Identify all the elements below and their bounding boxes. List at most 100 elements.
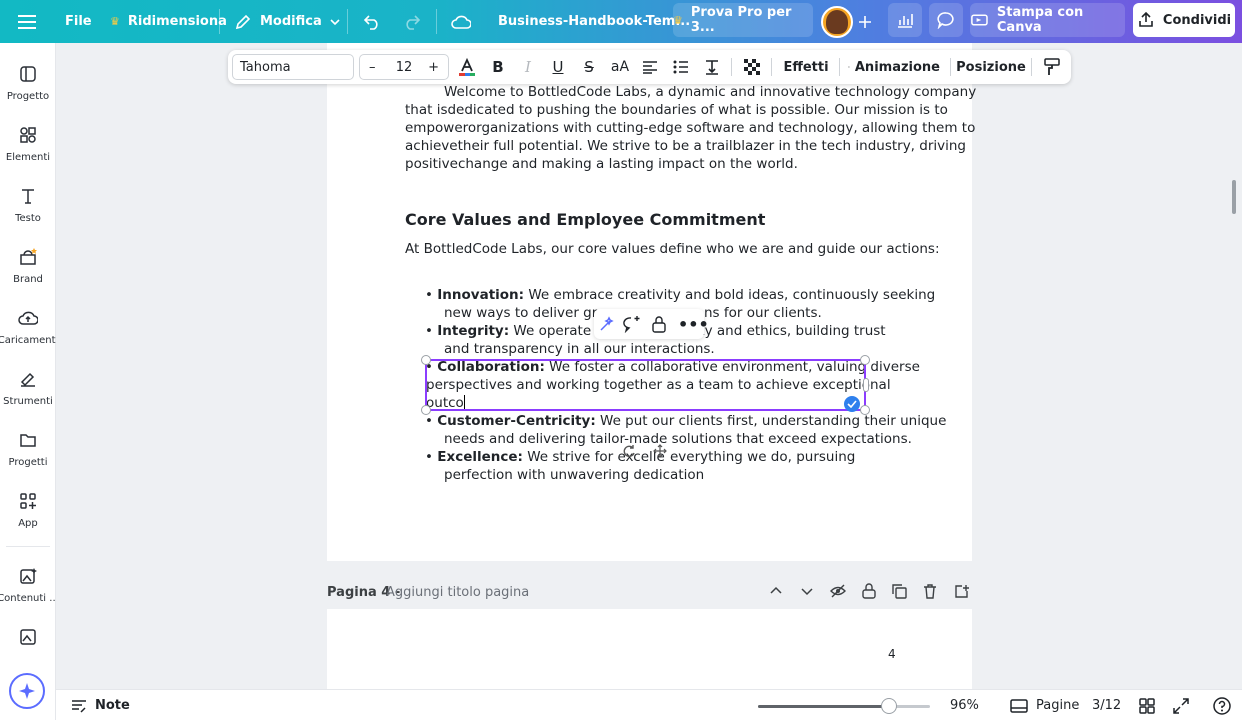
sidebar-item-elements[interactable]: Elementi bbox=[0, 124, 56, 163]
sidebar-item-label: Caricamenti bbox=[0, 335, 59, 346]
vertical-scrollbar[interactable] bbox=[1232, 180, 1236, 214]
pages-button[interactable]: Pagine bbox=[1010, 690, 1079, 720]
grammar-check-icon[interactable] bbox=[844, 396, 860, 412]
chevron-down-icon[interactable] bbox=[801, 585, 813, 600]
list-item-continuation: and transparency in all our interactions… bbox=[444, 340, 715, 358]
more-options-icon[interactable]: ••• bbox=[678, 315, 709, 334]
grid-view-icon[interactable] bbox=[1139, 690, 1155, 720]
comment-icon[interactable] bbox=[929, 3, 963, 37]
value-text: needs and delivering tailor-made solutio… bbox=[444, 431, 912, 447]
move-icon[interactable] bbox=[653, 443, 667, 458]
value-text: We strive for excelle bbox=[522, 449, 665, 465]
intro-line: achievetheir full potential. We strive t… bbox=[405, 138, 967, 154]
help-icon[interactable] bbox=[1213, 690, 1231, 720]
add-collaborator-icon[interactable] bbox=[858, 0, 872, 43]
zoom-level[interactable]: 96% bbox=[950, 690, 979, 720]
increase-font-icon[interactable]: + bbox=[428, 60, 439, 75]
bold-icon[interactable]: B bbox=[488, 50, 508, 84]
file-menu[interactable]: File bbox=[65, 0, 92, 43]
sidebar-item-apps[interactable]: App bbox=[0, 490, 56, 529]
redo-icon[interactable] bbox=[403, 0, 421, 43]
value-text: We put our clients first, understanding … bbox=[595, 413, 947, 429]
edit-menu[interactable]: Modifica bbox=[234, 0, 340, 43]
fullscreen-icon[interactable] bbox=[1173, 690, 1189, 720]
lock-icon[interactable] bbox=[651, 315, 667, 337]
value-text: everything we do, pursuing bbox=[670, 449, 856, 465]
text-icon bbox=[17, 185, 39, 207]
side-handle[interactable] bbox=[863, 378, 869, 392]
transparency-icon[interactable] bbox=[742, 50, 762, 84]
letter-case-icon[interactable]: aA bbox=[609, 50, 631, 84]
quick-actions-toolbar: ••• bbox=[594, 309, 709, 339]
magic-assistant-button[interactable] bbox=[9, 673, 45, 709]
decrease-font-icon[interactable]: – bbox=[369, 60, 376, 75]
try-pro-button[interactable]: ♛ Prova Pro per 3... bbox=[673, 3, 813, 37]
value-text: and transparency in all our interactions… bbox=[444, 341, 715, 357]
text-selection-box[interactable] bbox=[421, 355, 870, 415]
add-comment-icon[interactable] bbox=[623, 315, 641, 337]
list-item[interactable]: • Integrity: We operate wit bbox=[425, 322, 616, 340]
lock-page-icon[interactable] bbox=[862, 583, 876, 603]
page-title-input[interactable]: Aggiungi titolo pagina bbox=[386, 585, 529, 600]
list-item[interactable]: • Customer-Centricity: We put our client… bbox=[425, 412, 946, 430]
sidebar-item-image[interactable] bbox=[0, 626, 56, 648]
sidebar-item-magic-media[interactable]: Contenuti ... bbox=[0, 565, 59, 604]
sidebar-item-projects[interactable]: Progetti bbox=[0, 429, 56, 468]
document-title[interactable]: Business-Handbook-Tem... bbox=[498, 0, 690, 43]
align-left-icon[interactable] bbox=[640, 50, 660, 84]
line-spacing-icon[interactable] bbox=[702, 50, 722, 84]
sidebar-item-tools[interactable]: Strumenti bbox=[0, 368, 56, 407]
animate-button[interactable]: Animazione bbox=[848, 50, 940, 84]
notes-button[interactable]: Note bbox=[71, 690, 130, 720]
add-page-icon[interactable] bbox=[954, 584, 969, 603]
value-title: Integrity: bbox=[437, 323, 510, 339]
italic-icon[interactable]: I bbox=[518, 50, 538, 84]
undo-icon[interactable] bbox=[363, 0, 381, 43]
resize-handle[interactable] bbox=[421, 405, 431, 415]
chevron-up-icon[interactable] bbox=[770, 585, 782, 600]
try-pro-label: Prova Pro per 3... bbox=[690, 5, 792, 35]
resize-handle[interactable] bbox=[860, 405, 870, 415]
position-button[interactable]: Posizione bbox=[956, 50, 1026, 84]
image-icon bbox=[17, 626, 39, 648]
share-button[interactable]: Condividi bbox=[1133, 3, 1235, 37]
sidebar-item-brand[interactable]: Brand bbox=[0, 246, 56, 285]
hide-page-icon[interactable] bbox=[830, 584, 846, 602]
copy-style-icon[interactable] bbox=[1042, 50, 1062, 84]
list-item-continuation: perfection with unwavering dedication bbox=[444, 466, 704, 484]
bottom-bar: Note 96% Pagine 3/12 bbox=[56, 689, 1242, 720]
sidebar-item-label: Elementi bbox=[5, 152, 51, 163]
sidebar-item-uploads[interactable]: Caricamenti bbox=[0, 307, 59, 346]
value-text: perfection with unwavering dedication bbox=[444, 467, 705, 483]
font-size-value[interactable]: 12 bbox=[396, 60, 413, 75]
strikethrough-icon[interactable]: S bbox=[579, 50, 599, 84]
font-size-stepper[interactable]: – 12 + bbox=[359, 54, 449, 80]
duplicate-page-icon[interactable] bbox=[892, 584, 907, 603]
pages-label: Pagine bbox=[1036, 698, 1080, 713]
value-text: rity and ethics, building trust bbox=[690, 323, 886, 339]
zoom-slider-thumb[interactable] bbox=[880, 698, 897, 714]
analytics-icon[interactable] bbox=[888, 3, 922, 37]
sidebar-item-design[interactable]: Progetto bbox=[0, 63, 56, 102]
menu-icon[interactable] bbox=[18, 0, 36, 43]
intro-line: positivechange and making a lasting impa… bbox=[405, 156, 798, 172]
rotate-icon[interactable] bbox=[622, 443, 636, 458]
resize-button[interactable]: ♛ Ridimensiona bbox=[110, 0, 227, 43]
magic-edit-icon[interactable] bbox=[598, 315, 616, 337]
sidebar-item-text[interactable]: Testo bbox=[0, 185, 56, 224]
list-item[interactable]: • Innovation: We embrace creativity and … bbox=[425, 286, 935, 304]
print-with-canva-button[interactable]: Stampa con Canva bbox=[970, 3, 1125, 37]
text-color-icon[interactable] bbox=[456, 50, 478, 84]
effects-button[interactable]: Effetti bbox=[781, 50, 831, 84]
underline-icon[interactable]: U bbox=[548, 50, 568, 84]
font-family-select[interactable]: Tahoma bbox=[232, 54, 354, 80]
avatar[interactable] bbox=[821, 0, 853, 43]
print-label: Stampa con Canva bbox=[996, 5, 1084, 35]
delete-page-icon[interactable] bbox=[923, 584, 937, 603]
cloud-save-icon[interactable] bbox=[451, 0, 471, 43]
zoom-slider-track[interactable] bbox=[758, 698, 930, 714]
page-4: 4 bbox=[327, 609, 972, 689]
bulleted-list-icon[interactable] bbox=[671, 50, 691, 84]
resize-handle[interactable] bbox=[421, 355, 431, 365]
resize-handle[interactable] bbox=[860, 355, 870, 365]
